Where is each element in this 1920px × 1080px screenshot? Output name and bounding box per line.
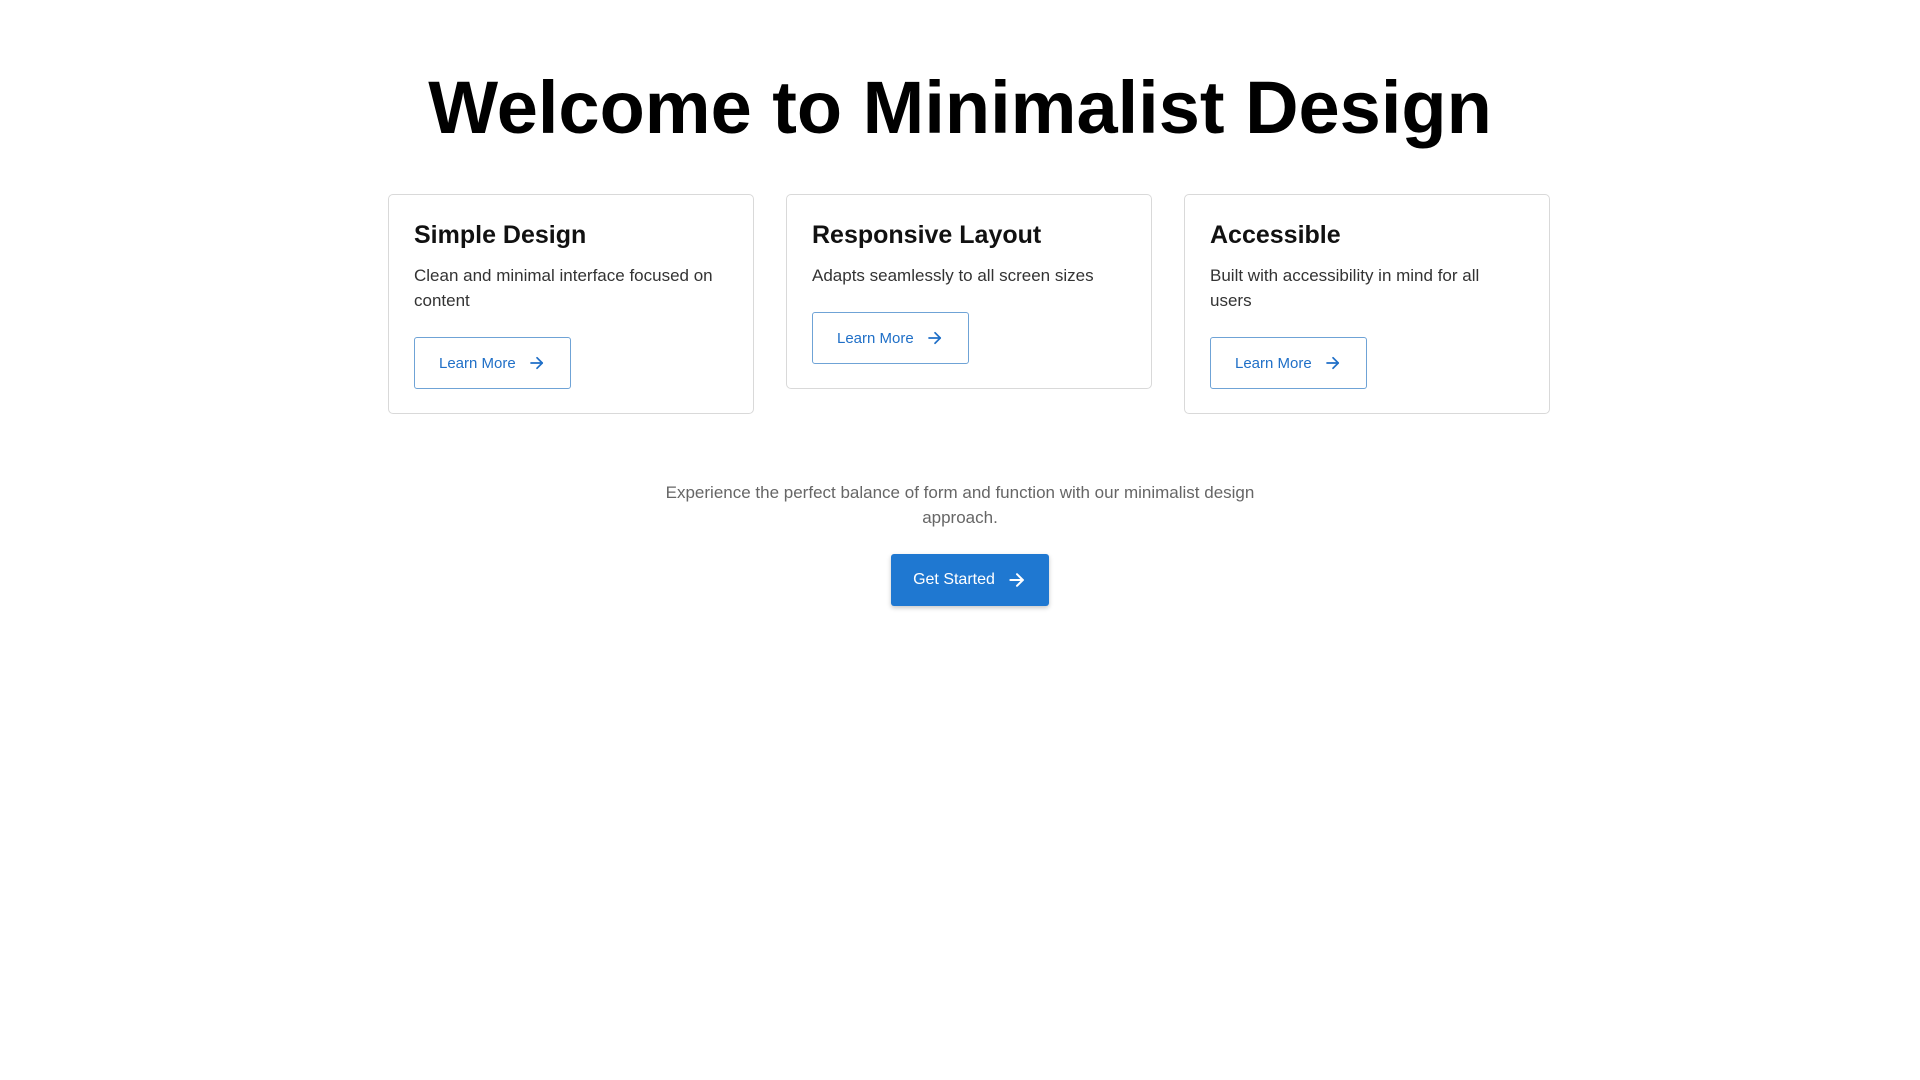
feature-card-accessible: Accessible Built with accessibility in m… (1184, 194, 1550, 414)
card-description: Clean and minimal interface focused on c… (414, 266, 713, 310)
card-title: Responsive Layout (812, 221, 1042, 249)
learn-more-label: Learn More (1235, 354, 1312, 372)
learn-more-button[interactable]: Learn More (1210, 337, 1367, 389)
card-description: Built with accessibility in mind for all… (1210, 266, 1480, 310)
feature-card-simple-design: Simple Design Clean and minimal interfac… (388, 194, 754, 414)
arrow-right-icon (1007, 570, 1027, 590)
page-title: Welcome to Minimalist Design (428, 66, 1492, 149)
card-title: Accessible (1210, 221, 1341, 249)
get-started-label: Get Started (913, 571, 995, 588)
card-title: Simple Design (414, 221, 587, 249)
page: Welcome to Minimalist Design Simple Desi… (0, 0, 1920, 1080)
feature-card-responsive-layout: Responsive Layout Adapts seamlessly to a… (786, 194, 1152, 389)
learn-more-label: Learn More (439, 354, 516, 372)
arrow-right-icon (528, 354, 546, 372)
get-started-button[interactable]: Get Started (891, 554, 1049, 606)
feature-cards: Simple Design Clean and minimal interfac… (388, 194, 1550, 414)
learn-more-button[interactable]: Learn More (812, 312, 969, 364)
card-description: Adapts seamlessly to all screen sizes (812, 266, 1094, 285)
cta-tagline: Experience the perfect balance of form a… (665, 483, 1255, 527)
arrow-right-icon (926, 329, 944, 347)
learn-more-button[interactable]: Learn More (414, 337, 571, 389)
arrow-right-icon (1324, 354, 1342, 372)
learn-more-label: Learn More (837, 329, 914, 347)
